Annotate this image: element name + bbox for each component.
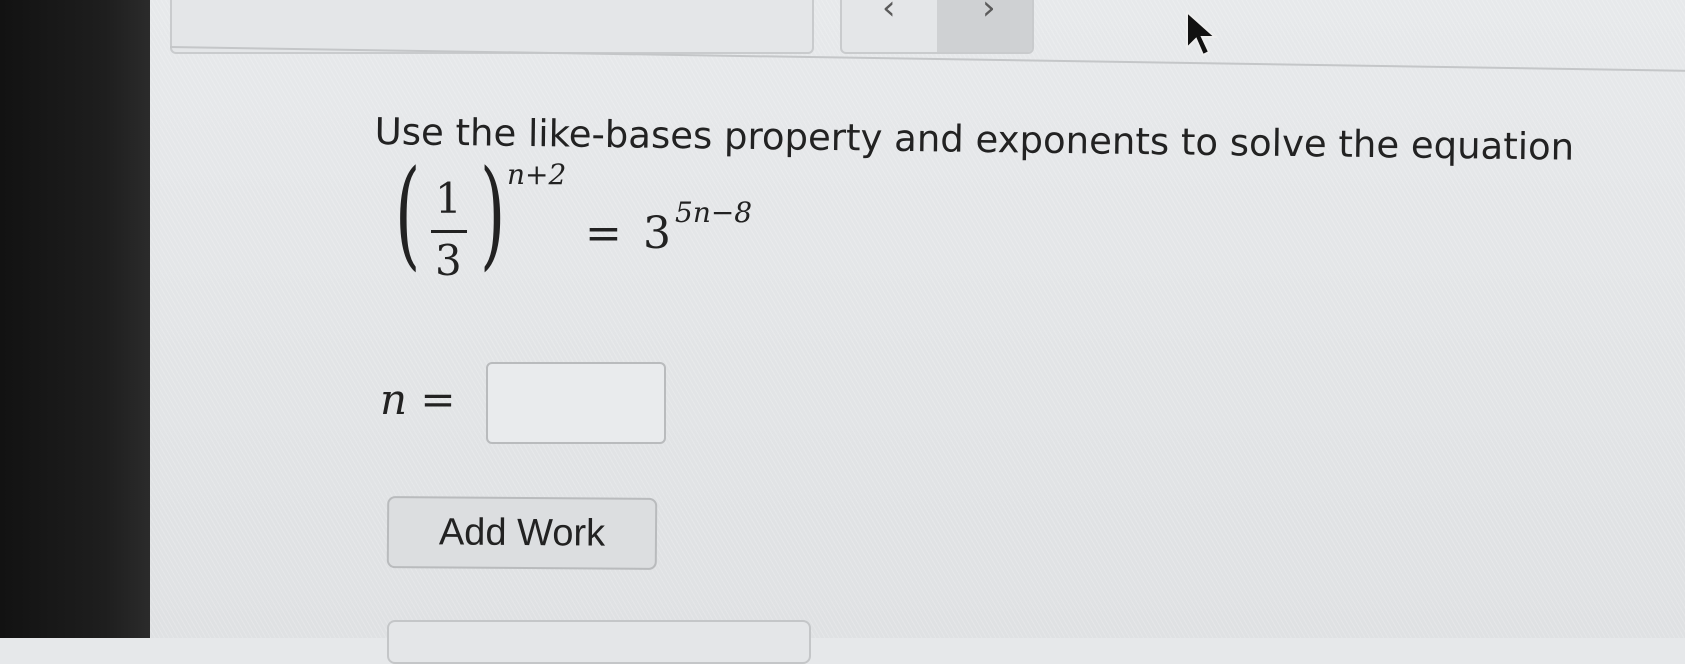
partial-button-below xyxy=(387,620,811,664)
mouse-pointer-icon xyxy=(1186,10,1218,57)
right-base: 3 xyxy=(643,208,671,259)
equation-equals: = xyxy=(585,208,622,259)
answer-equals: = xyxy=(420,375,456,424)
question-nav: ‹ › xyxy=(840,0,1034,54)
left-exponent: n+2 xyxy=(507,158,567,191)
answer-variable: n xyxy=(380,375,408,424)
screen: ‹ › Use the like-bases property and expo… xyxy=(150,0,1685,664)
open-paren: ( xyxy=(395,144,421,282)
right-exponent: 5n−8 xyxy=(675,196,753,229)
close-paren: ) xyxy=(480,144,506,282)
add-work-button[interactable]: Add Work xyxy=(386,496,658,570)
fraction-bar xyxy=(431,230,467,233)
chevron-right-icon[interactable]: › xyxy=(982,0,996,28)
question-header-box xyxy=(170,0,814,54)
monitor-bezel xyxy=(0,0,150,638)
answer-input[interactable] xyxy=(486,362,666,444)
equation: ( 1 3 ) n+2 = 3 5n−8 xyxy=(395,154,895,300)
fraction-denominator: 3 xyxy=(435,236,462,285)
chevron-left-icon[interactable]: ‹ xyxy=(882,0,896,28)
fraction-numerator: 1 xyxy=(435,174,462,223)
answer-label: n = xyxy=(380,375,456,424)
